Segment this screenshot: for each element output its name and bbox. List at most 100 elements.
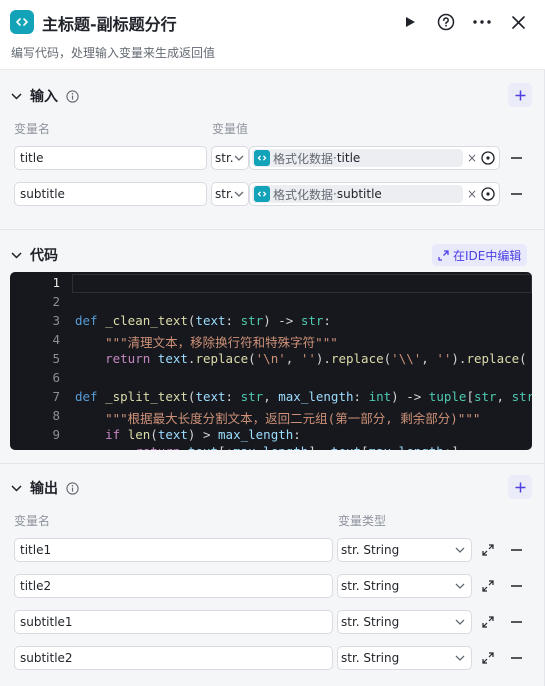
- remove-output-button[interactable]: [509, 615, 523, 629]
- help-button[interactable]: [435, 11, 457, 33]
- output-type-select[interactable]: str. String: [337, 646, 472, 670]
- input-col-value-label: 变量值: [212, 122, 249, 136]
- output-type-select[interactable]: str. String: [337, 538, 472, 562]
- line-number: 4: [52, 332, 60, 347]
- output-type-value: str. String: [341, 579, 400, 593]
- section-divider: [0, 463, 545, 464]
- input-type-select[interactable]: str.: [211, 146, 249, 170]
- reference-field: title: [336, 151, 361, 165]
- line-number: 3: [52, 313, 60, 328]
- input-value-reference[interactable]: 格式化数据 · subtitle ×: [249, 182, 500, 206]
- expand-icon: [438, 249, 449, 261]
- target-icon[interactable]: [480, 186, 496, 202]
- output-type-select[interactable]: str. String: [337, 610, 472, 634]
- plus-icon: [515, 482, 525, 492]
- panel-header: 主标题-副标题分行 编写代码，处理输入变量来生成返回值: [0, 0, 545, 70]
- expand-button[interactable]: [480, 650, 496, 666]
- add-input-button[interactable]: [508, 83, 532, 107]
- expand-button[interactable]: [480, 578, 496, 594]
- line-number: 7: [52, 389, 60, 404]
- output-name-field[interactable]: title2: [14, 574, 333, 598]
- expand-icon: [482, 616, 494, 628]
- chevron-down-icon: [455, 619, 465, 625]
- minus-icon: [510, 549, 522, 551]
- output-name-field[interactable]: title1: [14, 538, 333, 562]
- minus-icon: [510, 657, 522, 659]
- code-node-panel: 主标题-副标题分行 编写代码，处理输入变量来生成返回值 输入 变量名 变量值 t…: [0, 0, 545, 686]
- code-line: """根据最大长度分割文本，返回二元组(第一部分, 剩余部分)""": [105, 411, 481, 426]
- output-name-field[interactable]: subtitle2: [14, 646, 333, 670]
- minus-icon: [510, 193, 522, 195]
- line-number: 6: [52, 370, 60, 385]
- input-section-header[interactable]: 输入: [10, 86, 79, 106]
- reference-tag: 格式化数据 · title: [252, 149, 463, 167]
- remove-input-button[interactable]: [509, 151, 523, 165]
- chevron-down-icon: [455, 583, 465, 589]
- code-section-header[interactable]: 代码: [10, 245, 58, 265]
- input-type-value: str.: [215, 187, 234, 201]
- code-section-title: 代码: [30, 248, 58, 264]
- input-name-field[interactable]: title: [14, 146, 207, 170]
- code-line: """清理文本，移除换行符和特殊字符""": [105, 335, 338, 350]
- section-divider: [0, 229, 545, 230]
- more-icon: [473, 20, 491, 24]
- remove-output-button[interactable]: [509, 579, 523, 593]
- output-type-select[interactable]: str. String: [337, 574, 472, 598]
- remove-input-button[interactable]: [509, 187, 523, 201]
- edit-in-ide-button[interactable]: 在IDE中编辑: [432, 244, 528, 266]
- clear-icon[interactable]: ×: [467, 151, 477, 165]
- close-icon: [511, 15, 525, 29]
- node-title[interactable]: 主标题-副标题分行: [42, 11, 177, 35]
- minus-icon: [510, 621, 522, 623]
- play-icon: [406, 17, 415, 27]
- input-col-name-label: 变量名: [14, 122, 51, 136]
- code-line: def _split_text(text: str, max_length: i…: [75, 389, 532, 404]
- code-line: return text.replace('\n', '').replace('\…: [105, 351, 527, 366]
- chevron-down-icon: [455, 655, 465, 661]
- remove-output-button[interactable]: [509, 543, 523, 557]
- input-type-value: str.: [215, 151, 234, 165]
- line-number: 8: [52, 408, 60, 423]
- chevron-down-icon[interactable]: [10, 90, 22, 102]
- output-name-field[interactable]: subtitle1: [14, 610, 333, 634]
- info-icon: [66, 89, 79, 103]
- input-name-field[interactable]: subtitle: [14, 182, 207, 206]
- clear-icon[interactable]: ×: [467, 187, 477, 201]
- more-button[interactable]: [471, 11, 493, 33]
- expand-button[interactable]: [480, 542, 496, 558]
- output-section-header[interactable]: 输出: [10, 478, 79, 498]
- output-col-name-label: 变量名: [14, 514, 51, 528]
- minus-icon: [510, 585, 522, 587]
- code-line: def _clean_text(text: str) -> str:: [75, 313, 331, 328]
- input-section-title: 输入: [30, 89, 58, 105]
- target-icon[interactable]: [480, 150, 496, 166]
- chevron-down-icon[interactable]: [10, 249, 22, 261]
- minus-icon: [510, 157, 522, 159]
- code-line: return text[:max_length], text[max_lengt…: [75, 444, 459, 450]
- chevron-down-icon: [234, 191, 244, 197]
- input-value-reference[interactable]: 格式化数据 · title ×: [249, 146, 500, 170]
- active-line-highlight: [72, 274, 532, 293]
- reference-node: 格式化数据: [273, 151, 334, 166]
- close-button[interactable]: [507, 11, 529, 33]
- code-editor[interactable]: 1 2 3 4 5 6 7 8 9 def _clean_text(text: …: [10, 272, 532, 450]
- code-icon: [254, 186, 270, 202]
- line-number: 1: [52, 275, 60, 290]
- reference-tag: 格式化数据 · subtitle: [252, 185, 463, 203]
- code-icon: [10, 10, 34, 34]
- input-type-select[interactable]: str.: [211, 182, 249, 206]
- reference-node: 格式化数据: [273, 187, 334, 202]
- expand-button[interactable]: [480, 614, 496, 630]
- output-type-value: str. String: [341, 615, 400, 629]
- output-col-type-label: 变量类型: [338, 514, 387, 528]
- add-output-button[interactable]: [508, 475, 532, 499]
- run-button[interactable]: [399, 11, 421, 33]
- node-description: 编写代码，处理输入变量来生成返回值: [11, 46, 216, 60]
- expand-icon: [482, 580, 494, 592]
- edit-in-ide-label: 在IDE中编辑: [453, 248, 522, 263]
- remove-output-button[interactable]: [509, 651, 523, 665]
- plus-icon: [515, 90, 525, 100]
- expand-icon: [482, 544, 494, 556]
- code-icon: [254, 150, 270, 166]
- chevron-down-icon[interactable]: [10, 482, 22, 494]
